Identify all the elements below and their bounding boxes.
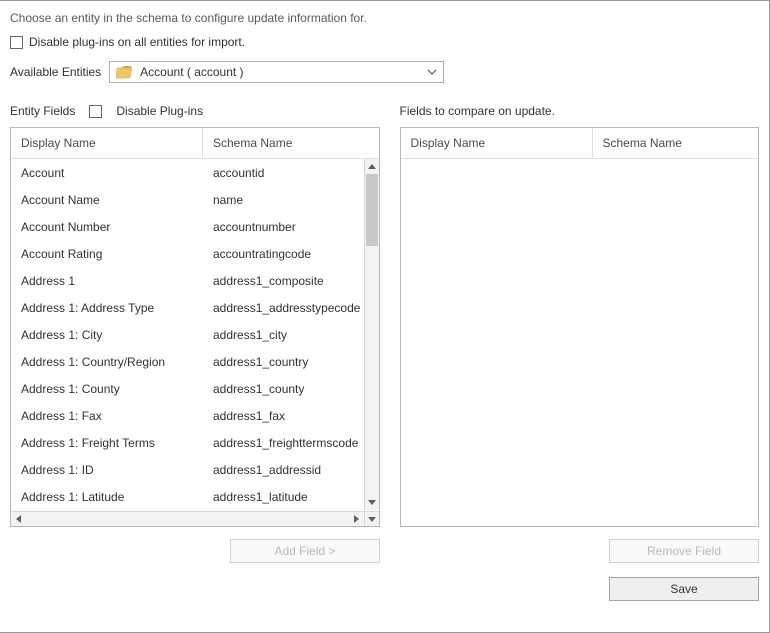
table-row[interactable]: Account Namename — [11, 186, 363, 213]
right-column: Fields to compare on update. Display Nam… — [400, 101, 760, 527]
table-row[interactable]: Accountaccountid — [11, 159, 363, 186]
entity-dropdown-value: Account ( account ) — [140, 65, 427, 79]
entity-fields-title: Entity Fields — [10, 104, 75, 118]
col-schema-name[interactable]: Schema Name — [203, 128, 379, 158]
table-row[interactable]: Account Numberaccountnumber — [11, 213, 363, 240]
table-row[interactable]: Account Ratingaccountratingcode — [11, 240, 363, 267]
compare-fields-head: Display Name Schema Name — [401, 128, 759, 159]
cell-schema-name: address1_city — [203, 328, 363, 342]
left-header-row: Entity Fields Disable Plug-ins — [10, 101, 380, 121]
columns: Entity Fields Disable Plug-ins Display N… — [10, 101, 759, 527]
col-display-name-right[interactable]: Display Name — [401, 128, 593, 158]
cell-display-name: Address 1: ID — [11, 463, 203, 477]
cell-display-name: Address 1: City — [11, 328, 203, 342]
chevron-down-icon — [427, 67, 437, 77]
cell-display-name: Address 1 — [11, 274, 203, 288]
actions-row: Add Field > Remove Field — [10, 539, 759, 563]
table-row[interactable]: Address 1address1_composite — [11, 267, 363, 294]
remove-field-button[interactable]: Remove Field — [609, 539, 759, 563]
hscroll-track[interactable] — [26, 512, 349, 526]
cell-schema-name: address1_addresstypecode — [203, 301, 363, 315]
cell-schema-name: accountid — [203, 166, 363, 180]
cell-display-name: Address 1: Latitude — [11, 490, 203, 504]
disable-all-plugins-checkbox[interactable] — [10, 36, 23, 49]
scroll-corner[interactable] — [364, 511, 379, 526]
cell-schema-name: address1_country — [203, 355, 363, 369]
left-column: Entity Fields Disable Plug-ins Display N… — [10, 101, 380, 527]
cell-display-name: Address 1: Fax — [11, 409, 203, 423]
cell-schema-name: address1_county — [203, 382, 363, 396]
cell-display-name: Account — [11, 166, 203, 180]
compare-fields-list: Display Name Schema Name — [400, 127, 760, 527]
cell-schema-name: address1_freighttermscode — [203, 436, 363, 450]
cell-schema-name: accountnumber — [203, 220, 363, 234]
entity-fields-body: AccountaccountidAccount NamenameAccount … — [11, 159, 379, 526]
scroll-down-button[interactable] — [365, 495, 379, 510]
vscroll-track[interactable] — [365, 174, 379, 495]
cell-schema-name: name — [203, 193, 363, 207]
save-row: Save — [10, 577, 759, 601]
scroll-right-button[interactable] — [349, 512, 364, 526]
cell-schema-name: accountratingcode — [203, 247, 363, 261]
available-entities-row: Available Entities Account ( account ) — [10, 61, 759, 83]
col-display-name[interactable]: Display Name — [11, 128, 203, 158]
config-window: Choose an entity in the schema to config… — [0, 0, 770, 633]
folder-icon — [116, 65, 132, 79]
disable-plugins-checkbox[interactable] — [89, 105, 102, 118]
right-header-row: Fields to compare on update. — [400, 101, 760, 121]
cell-display-name: Account Name — [11, 193, 203, 207]
cell-display-name: Account Rating — [11, 247, 203, 261]
entity-fields-list: Display Name Schema Name Accountaccounti… — [10, 127, 380, 527]
table-row[interactable]: Address 1: Address Typeaddress1_addresst… — [11, 294, 363, 321]
table-row[interactable]: Address 1: Countyaddress1_county — [11, 375, 363, 402]
vertical-scrollbar[interactable] — [364, 159, 379, 510]
entity-dropdown[interactable]: Account ( account ) — [109, 61, 444, 83]
col-schema-name-right[interactable]: Schema Name — [593, 128, 759, 158]
compare-fields-title: Fields to compare on update. — [400, 104, 555, 118]
table-row[interactable]: Address 1: Freight Termsaddress1_freight… — [11, 429, 363, 456]
scroll-up-button[interactable] — [365, 159, 379, 174]
cell-schema-name: address1_composite — [203, 274, 363, 288]
table-row[interactable]: Address 1: Cityaddress1_city — [11, 321, 363, 348]
disable-all-plugins-label: Disable plug-ins on all entities for imp… — [29, 35, 245, 49]
disable-plugins-label: Disable Plug-ins — [116, 104, 203, 118]
add-field-button[interactable]: Add Field > — [230, 539, 380, 563]
vscroll-thumb[interactable] — [366, 174, 378, 246]
entity-fields-rows: AccountaccountidAccount NamenameAccount … — [11, 159, 363, 510]
horizontal-scrollbar[interactable] — [11, 511, 364, 526]
table-row[interactable]: Address 1: Latitudeaddress1_latitude — [11, 483, 363, 510]
table-row[interactable]: Address 1: Country/Regionaddress1_countr… — [11, 348, 363, 375]
cell-display-name: Address 1: Country/Region — [11, 355, 203, 369]
save-button[interactable]: Save — [609, 577, 759, 601]
cell-display-name: Address 1: County — [11, 382, 203, 396]
cell-display-name: Account Number — [11, 220, 203, 234]
scroll-left-button[interactable] — [11, 512, 26, 526]
cell-display-name: Address 1: Freight Terms — [11, 436, 203, 450]
cell-schema-name: address1_addressid — [203, 463, 363, 477]
available-entities-label: Available Entities — [10, 65, 101, 79]
table-row[interactable]: Address 1: Faxaddress1_fax — [11, 402, 363, 429]
cell-display-name: Address 1: Address Type — [11, 301, 203, 315]
instruction-text: Choose an entity in the schema to config… — [10, 11, 759, 25]
disable-all-plugins-row: Disable plug-ins on all entities for imp… — [10, 35, 759, 49]
table-row[interactable]: Address 1: IDaddress1_addressid — [11, 456, 363, 483]
cell-schema-name: address1_fax — [203, 409, 363, 423]
entity-fields-head: Display Name Schema Name — [11, 128, 379, 159]
cell-schema-name: address1_latitude — [203, 490, 363, 504]
